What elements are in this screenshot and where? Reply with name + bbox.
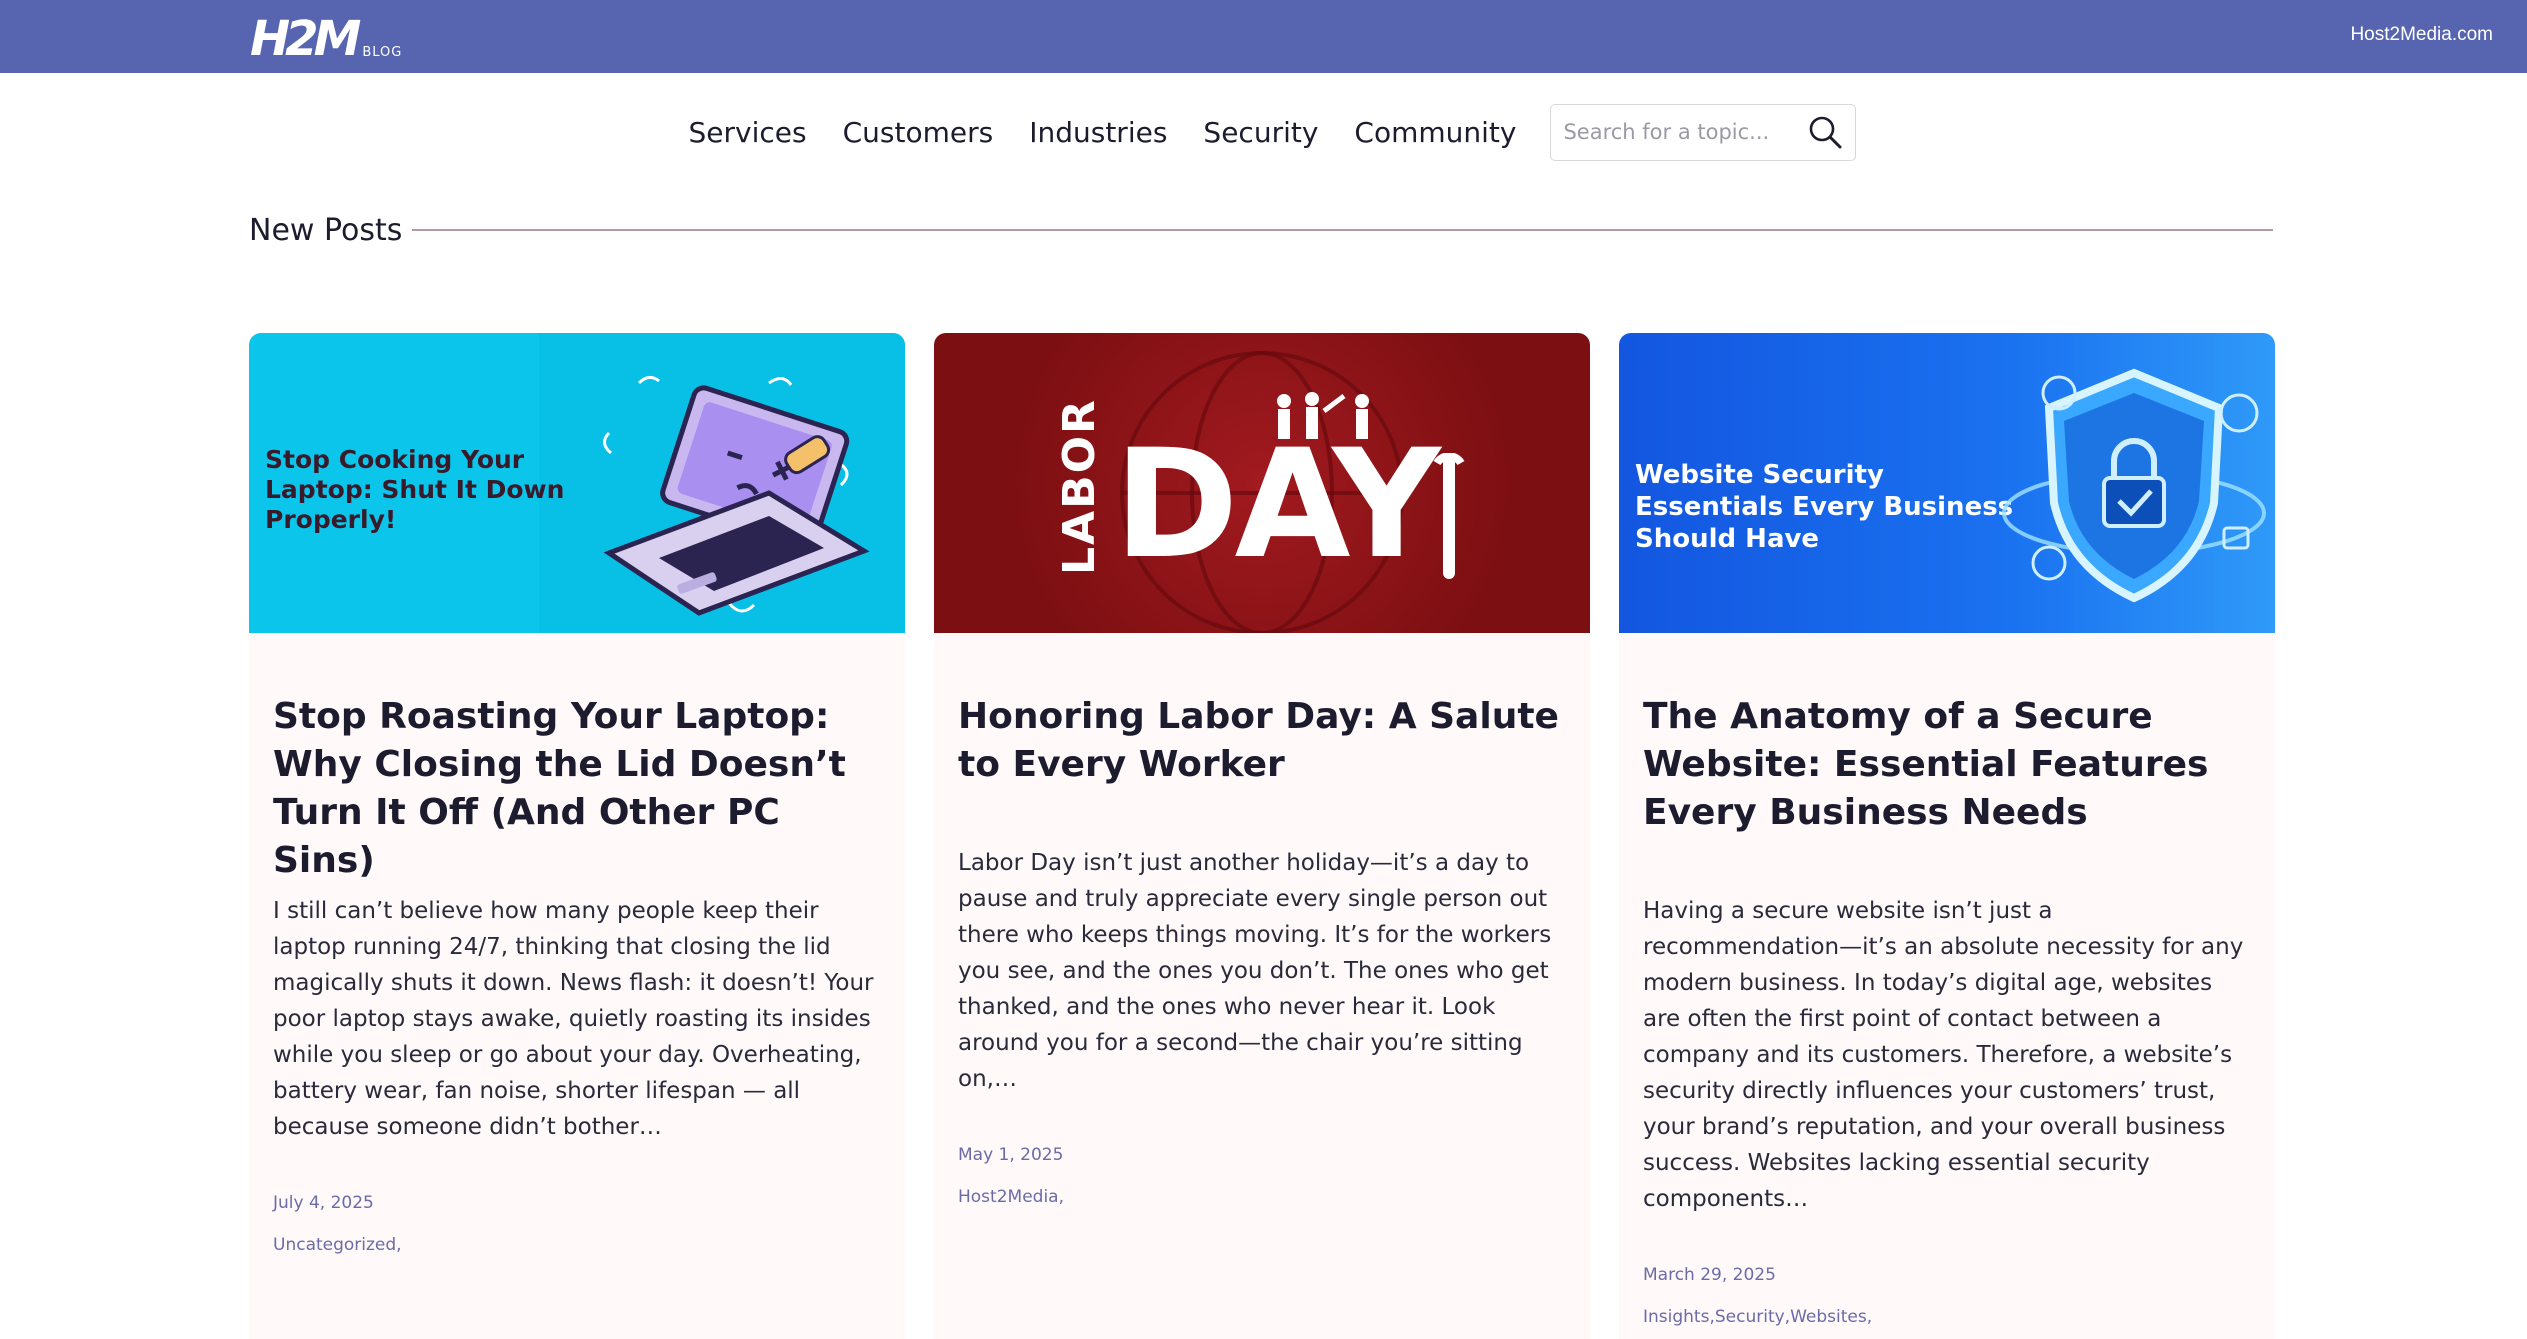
- post-categories: Uncategorized,: [273, 1235, 881, 1255]
- post-thumbnail[interactable]: Stop Cooking Your Laptop: Shut It Down P…: [249, 333, 905, 633]
- post-card[interactable]: Website Security Essentials Every Busine…: [1619, 333, 2275, 1339]
- host2media-link[interactable]: Host2Media.com: [2350, 24, 2493, 46]
- post-thumbnail[interactable]: LABOR DAY: [934, 333, 1590, 633]
- nav-customers[interactable]: Customers: [825, 116, 1012, 149]
- post-title[interactable]: Honoring Labor Day: A Salute to Every Wo…: [958, 693, 1566, 845]
- post-card[interactable]: LABOR DAY Honoring Labor Day: A Salute t…: [934, 333, 1590, 1339]
- post-date: July 4, 2025: [273, 1193, 374, 1213]
- category-link[interactable]: Insights,: [1643, 1307, 1715, 1327]
- search-input[interactable]: [1563, 120, 1806, 144]
- logo-subtext: BLOG: [362, 45, 403, 60]
- nav-security[interactable]: Security: [1185, 116, 1336, 149]
- post-categories: Insights,Security,Websites,: [1643, 1307, 2251, 1327]
- wrench-icon: [1433, 453, 1465, 579]
- nav-industries[interactable]: Industries: [1011, 116, 1185, 149]
- post-card[interactable]: Stop Cooking Your Laptop: Shut It Down P…: [249, 333, 905, 1339]
- labor-word: LABOR: [1054, 398, 1105, 575]
- new-posts-header: New Posts: [249, 210, 2273, 250]
- search-box: [1550, 103, 1857, 161]
- category-link[interactable]: Uncategorized,: [273, 1235, 402, 1255]
- logo-mark: H2M: [250, 11, 361, 67]
- post-date: March 29, 2025: [1643, 1265, 1776, 1285]
- post-title[interactable]: The Anatomy of a Secure Website: Essenti…: [1643, 693, 2251, 893]
- section-title: New Posts: [249, 212, 403, 248]
- overheated-laptop-icon: [603, 376, 870, 616]
- top-bar: H2M BLOG Host2Media.com: [0, 0, 2527, 73]
- post-title[interactable]: Stop Roasting Your Laptop: Why Closing t…: [273, 693, 881, 893]
- post-date: May 1, 2025: [958, 1145, 1064, 1165]
- security-shield-icon: [2002, 368, 2266, 603]
- post-thumbnail[interactable]: Website Security Essentials Every Busine…: [1619, 333, 2275, 633]
- post-excerpt: Having a secure website isn’t just a rec…: [1643, 898, 2244, 1212]
- nav-community[interactable]: Community: [1336, 116, 1534, 149]
- workers-silhouette-icon: [1277, 392, 1369, 439]
- site-logo[interactable]: H2M BLOG: [250, 11, 403, 67]
- main-nav: Services Customers Industries Security C…: [0, 100, 2527, 164]
- category-link[interactable]: Websites,: [1790, 1307, 1872, 1327]
- section-divider: [412, 229, 2273, 231]
- post-categories: Host2Media,: [958, 1187, 1566, 1207]
- category-link[interactable]: Host2Media,: [958, 1187, 1064, 1207]
- category-link[interactable]: Security,: [1715, 1307, 1790, 1327]
- post-excerpt: Labor Day isn’t just another holiday—it’…: [958, 850, 1552, 1092]
- post-excerpt: I still can’t believe how many people ke…: [273, 898, 874, 1140]
- nav-services[interactable]: Services: [671, 116, 825, 149]
- thumbnail-caption: Website Security Essentials Every Busine…: [1635, 460, 2014, 554]
- search-icon[interactable]: [1805, 112, 1845, 152]
